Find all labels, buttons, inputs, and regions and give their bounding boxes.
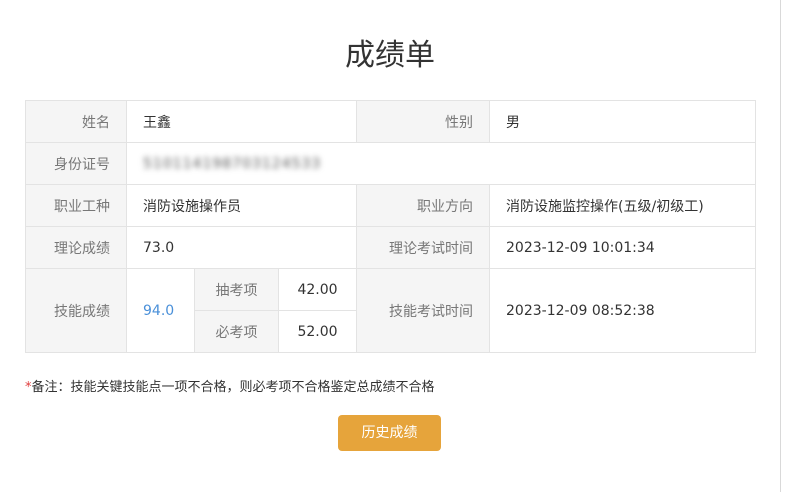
table-row: 职业工种 消防设施操作员 职业方向 消防设施监控操作(五级/初级工) <box>25 184 757 227</box>
theory-score-label: 理论成绩 <box>25 226 127 269</box>
name-value: 王鑫 <box>125 100 358 143</box>
table-row: 身份证号 510114198703124533 <box>25 142 757 185</box>
gender-value: 男 <box>489 100 757 143</box>
id-number-value: 510114198703124533 <box>143 155 322 172</box>
theory-score-value: 73.0 <box>125 226 358 269</box>
random-item-score: 42.00 <box>277 268 358 311</box>
history-scores-button[interactable]: 历史成绩 <box>338 415 441 451</box>
occupation-label: 职业工种 <box>25 184 127 227</box>
page-right-border <box>780 0 781 492</box>
required-item-label: 必考项 <box>194 310 279 353</box>
transcript-table: 姓名 王鑫 性别 男 身份证号 510114198703124533 职业工种 … <box>25 100 757 353</box>
skill-time-label: 技能考试时间 <box>356 268 491 353</box>
skill-score-label: 技能成绩 <box>25 268 127 353</box>
theory-time-label: 理论考试时间 <box>356 226 491 269</box>
page-title: 成绩单 <box>345 38 435 73</box>
random-item-label: 抽考项 <box>194 268 279 311</box>
direction-label: 职业方向 <box>356 184 491 227</box>
remark-note: *备注：技能关键技能点一项不合格，则必考项不合格鉴定总成绩不合格 <box>25 376 435 395</box>
name-label: 姓名 <box>25 100 127 143</box>
id-number-label: 身份证号 <box>25 142 127 185</box>
table-row: 姓名 王鑫 性别 男 <box>25 100 757 143</box>
table-row: 技能成绩 94.0 抽考项 42.00 技能考试时间 2023-12-09 08… <box>25 268 757 353</box>
skill-time-value: 2023-12-09 08:52:38 <box>489 268 757 353</box>
skill-score-value[interactable]: 94.0 <box>126 268 195 353</box>
required-item-score: 52.00 <box>277 310 358 353</box>
gender-label: 性别 <box>356 100 491 143</box>
id-number-cell: 510114198703124533 <box>125 142 757 185</box>
remark-text: 备注：技能关键技能点一项不合格，则必考项不合格鉴定总成绩不合格 <box>31 380 435 395</box>
table-row: 理论成绩 73.0 理论考试时间 2023-12-09 10:01:34 <box>25 226 757 269</box>
occupation-value: 消防设施操作员 <box>125 184 358 227</box>
theory-time-value: 2023-12-09 10:01:34 <box>489 226 757 269</box>
direction-value: 消防设施监控操作(五级/初级工) <box>489 184 757 227</box>
